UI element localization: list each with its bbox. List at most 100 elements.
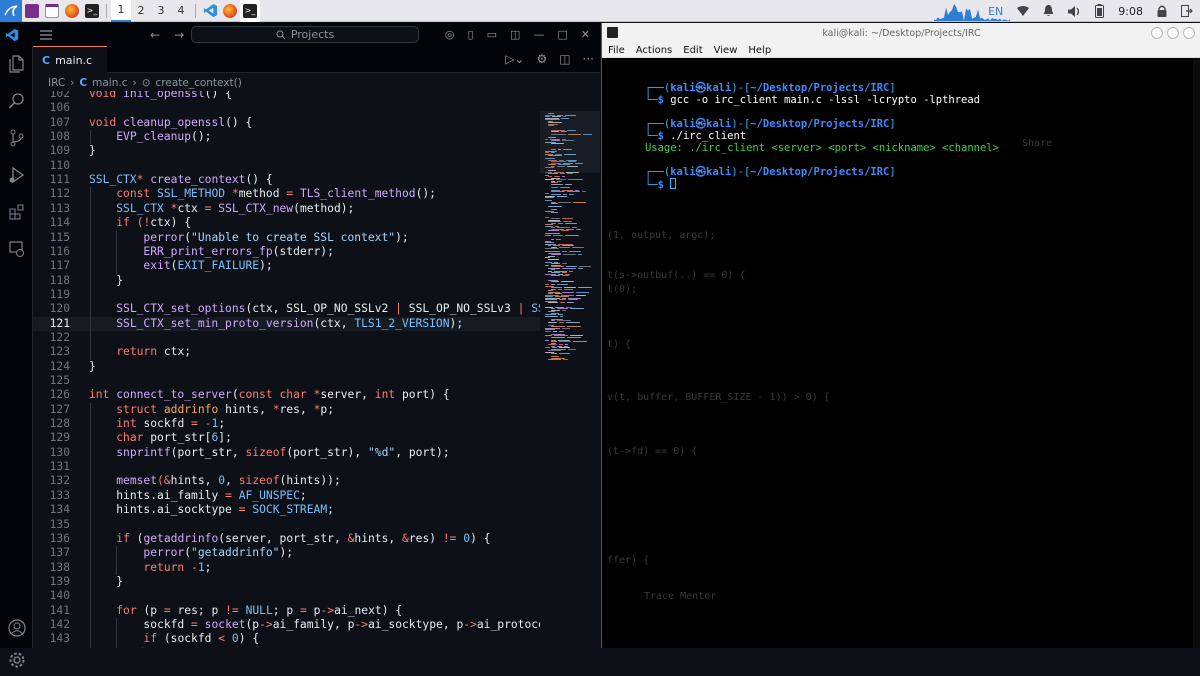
forward-arrow-icon[interactable]: → xyxy=(174,28,184,42)
back-arrow-icon[interactable]: ← xyxy=(150,28,160,42)
code-line[interactable]: 122 xyxy=(33,331,540,345)
folder-icon[interactable] xyxy=(22,0,42,22)
code-line[interactable]: 124} xyxy=(33,360,540,374)
code-line[interactable]: 109} xyxy=(33,144,540,158)
code-line[interactable]: 143 if (sockfd < 0) { xyxy=(33,632,540,646)
minimap-slider[interactable] xyxy=(540,111,600,173)
menu-help[interactable]: Help xyxy=(748,45,771,56)
minimize-icon[interactable]: — xyxy=(533,28,544,41)
code-line[interactable]: 129 char port_str[6]; xyxy=(33,431,540,445)
lock-icon[interactable] xyxy=(1150,5,1174,17)
layout-sidebar-icon[interactable]: ▯ xyxy=(468,28,474,41)
extensions-icon[interactable] xyxy=(0,196,33,228)
code-line[interactable]: 136 if (getaddrinfo(server, port_str, &h… xyxy=(33,532,540,546)
copilot-icon[interactable]: ◎ xyxy=(445,28,455,41)
terminal-icon[interactable]: >_ xyxy=(240,0,260,22)
account-icon[interactable] xyxy=(0,612,33,644)
gear-icon[interactable] xyxy=(0,644,33,676)
bell-icon[interactable] xyxy=(1036,5,1061,17)
firefox-icon[interactable] xyxy=(220,0,240,22)
tab-main-c[interactable]: C main.c xyxy=(33,46,107,73)
layout-split-icon[interactable]: ◫ xyxy=(510,28,520,41)
code-line[interactable]: 119 xyxy=(33,288,540,302)
menu-edit[interactable]: Edit xyxy=(683,45,702,56)
code-line[interactable]: 127 struct addrinfo hints, *res, *p; xyxy=(33,403,540,417)
code-line[interactable]: 112 const SSL_METHOD *method = TLS_clien… xyxy=(33,187,540,201)
workspace-3[interactable]: 3 xyxy=(151,0,171,22)
code-line[interactable]: 106 xyxy=(33,101,540,115)
workspace-2[interactable]: 2 xyxy=(131,0,151,22)
run-icon[interactable]: ▷⌄ xyxy=(505,52,524,66)
code-line[interactable]: 131 xyxy=(33,460,540,474)
code-line[interactable]: 113 SSL_CTX *ctx = SSL_CTX_new(method); xyxy=(33,202,540,216)
source-control-icon[interactable] xyxy=(0,122,33,154)
search-icon[interactable] xyxy=(0,85,33,117)
code-line[interactable]: 128 int sockfd = -1; xyxy=(33,417,540,431)
vscode-icon[interactable] xyxy=(200,0,220,22)
network-icon[interactable] xyxy=(1010,6,1036,16)
code-line[interactable]: 120 SSL_CTX_set_options(ctx, SSL_OP_NO_S… xyxy=(33,302,540,316)
run-debug-icon[interactable] xyxy=(0,159,33,191)
layout-panel-icon[interactable]: ▭ xyxy=(487,28,497,41)
code-line[interactable]: 102 void init_openssl() { xyxy=(33,91,540,101)
code-line[interactable]: 123 return ctx; xyxy=(33,345,540,359)
code-line[interactable]: 118 } xyxy=(33,274,540,288)
settings-gear-icon[interactable]: ⚙ xyxy=(536,52,547,66)
menu-view[interactable]: View xyxy=(714,45,738,56)
explorer-icon[interactable] xyxy=(0,48,33,80)
code-line[interactable]: 141 for (p = res; p != NULL; p = p->ai_n… xyxy=(33,604,540,618)
terminal-output[interactable]: Share (1, output, argc); t(s->outbuf(..)… xyxy=(602,58,1200,648)
menu-file[interactable]: File xyxy=(608,45,625,56)
battery-icon[interactable] xyxy=(1088,4,1111,18)
code-line[interactable]: 138 return -1; xyxy=(33,561,540,575)
breadcrumb-file[interactable]: main.c xyxy=(92,77,127,89)
language-indicator[interactable]: EN xyxy=(981,5,1010,18)
workspace-1[interactable]: 1 xyxy=(111,0,131,22)
code-line[interactable]: 137 perror("getaddrinfo"); xyxy=(33,546,540,560)
close-button[interactable] xyxy=(1183,27,1195,39)
code-line[interactable]: 111 SSL_CTX* create_context() { xyxy=(33,173,540,187)
text-editor-icon[interactable] xyxy=(42,0,62,22)
code-line[interactable]: 107 void cleanup_openssl() { xyxy=(33,116,540,130)
kali-menu-icon[interactable] xyxy=(0,0,22,22)
breadcrumb-symbol[interactable]: create_context() xyxy=(156,77,242,89)
maximize-button[interactable] xyxy=(1167,27,1179,39)
command-center-search[interactable]: Projects xyxy=(191,26,419,43)
code-editor[interactable]: 102 void init_openssl() {106 107 void clean… xyxy=(33,91,540,648)
logout-icon[interactable] xyxy=(1174,5,1200,17)
code-line[interactable]: 130 snprintf(port_str, sizeof(port_str),… xyxy=(33,446,540,460)
clock[interactable]: 9:08 xyxy=(1111,5,1150,18)
code-line[interactable]: 134 hints.ai_socktype = SOCK_STREAM; xyxy=(33,503,540,517)
split-editor-icon[interactable]: ◫ xyxy=(559,52,570,66)
volume-icon[interactable] xyxy=(1061,5,1088,17)
workspace-4[interactable]: 4 xyxy=(171,0,191,22)
code-line[interactable]: 116 ERR_print_errors_fp(stderr); xyxy=(33,245,540,259)
code-line[interactable]: 133 hints.ai_family = AF_UNSPEC; xyxy=(33,489,540,503)
menu-actions[interactable]: Actions xyxy=(636,45,673,56)
code-line[interactable]: 135 xyxy=(33,518,540,532)
code-line[interactable]: 108 EVP_cleanup(); xyxy=(33,130,540,144)
minimize-button[interactable] xyxy=(1151,27,1163,39)
minimap[interactable] xyxy=(540,91,600,648)
code-line[interactable]: 115 perror("Unable to create SSL context… xyxy=(33,231,540,245)
code-line[interactable]: 117 exit(EXIT_FAILURE); xyxy=(33,259,540,273)
remote-explorer-icon[interactable] xyxy=(0,233,33,265)
close-icon[interactable]: ✕ xyxy=(581,28,590,41)
vscode-window: ← → Projects ◎ ▯ ▭ ◫ — □ ✕ C main.c ▷⌄ ⚙… xyxy=(0,23,600,668)
code-line[interactable]: 125 xyxy=(33,374,540,388)
code-line[interactable]: 142 sockfd = socket(p->ai_family, p->ai_… xyxy=(33,618,540,632)
code-line[interactable]: 132 memset(&hints, 0, sizeof(hints)); xyxy=(33,474,540,488)
terminal-scrollbar[interactable] xyxy=(1193,58,1200,648)
code-line[interactable]: 114 if (!ctx) { xyxy=(33,216,540,230)
more-actions-icon[interactable]: ··· xyxy=(583,52,594,66)
breadcrumb-folder[interactable]: IRC xyxy=(48,77,65,89)
code-line[interactable]: 121 SSL_CTX_set_min_proto_version(ctx, T… xyxy=(33,316,540,331)
code-line[interactable]: 126 int connect_to_server(const char *ser… xyxy=(33,388,540,402)
code-line[interactable]: 140 xyxy=(33,589,540,603)
code-line[interactable]: 110 xyxy=(33,159,540,173)
hamburger-menu-icon[interactable] xyxy=(34,29,58,40)
maximize-icon[interactable]: □ xyxy=(557,28,567,41)
terminal-icon[interactable]: >_ xyxy=(82,0,102,22)
firefox-icon[interactable] xyxy=(62,0,82,22)
code-line[interactable]: 139 } xyxy=(33,575,540,589)
